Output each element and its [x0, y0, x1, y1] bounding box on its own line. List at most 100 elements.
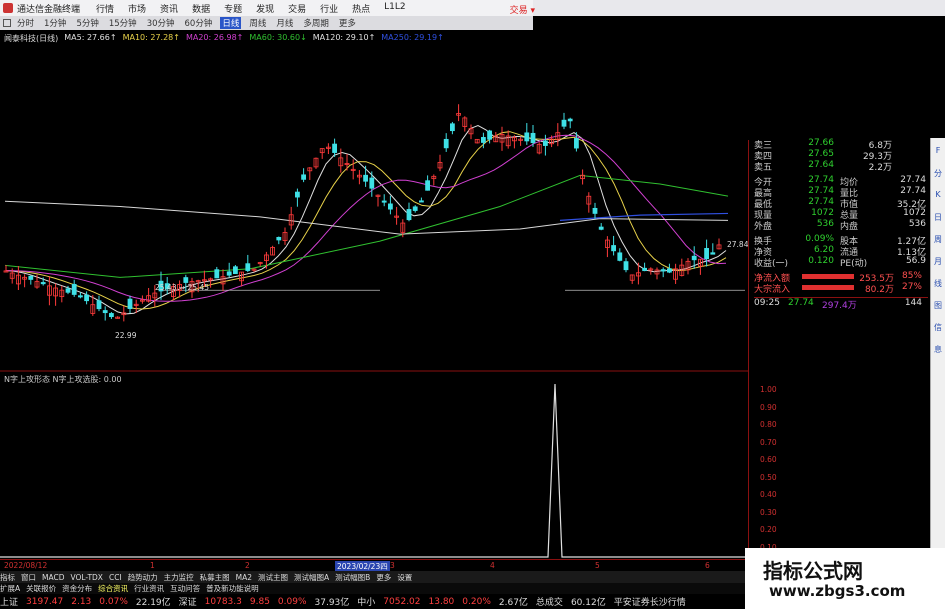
- indicator-tab-1[interactable]: 窗口: [21, 572, 36, 583]
- candle-body: [567, 118, 573, 122]
- right-tool-6[interactable]: 线: [932, 278, 944, 292]
- candle-body: [96, 300, 102, 310]
- ask-volume: 2.2万: [868, 163, 892, 173]
- period-tab-2[interactable]: 5分钟: [74, 17, 100, 29]
- info-tab-5[interactable]: 互动问答: [170, 583, 200, 594]
- status-item: 10783.3: [204, 596, 242, 607]
- indicator-tab-10[interactable]: 测试幅图A: [294, 572, 329, 583]
- trade-button[interactable]: 交易 ▾: [510, 3, 535, 16]
- ask-price: 27.64: [808, 160, 834, 170]
- candle-body: [704, 248, 709, 260]
- period-tab-8[interactable]: 月线: [274, 17, 295, 29]
- period-tab-10[interactable]: 更多: [337, 17, 358, 29]
- menu-item-5[interactable]: 发现: [256, 2, 274, 15]
- period-tab-0[interactable]: 分时: [15, 17, 36, 29]
- menu-item-1[interactable]: 市场: [128, 2, 146, 15]
- info-tab-3[interactable]: 综合资讯: [98, 583, 128, 594]
- right-tool-4[interactable]: 周: [932, 234, 944, 248]
- menu-item-9[interactable]: L1L2: [384, 2, 405, 15]
- candle-body: [232, 266, 238, 275]
- menu-item-8[interactable]: 热点: [352, 2, 370, 15]
- candle-body: [642, 267, 647, 272]
- stat-label: 最高: [754, 189, 773, 199]
- right-tool-2[interactable]: K: [932, 190, 944, 204]
- candlestick-chart[interactable]: 22.99 25.43 → 25.45 27.84: [0, 30, 748, 370]
- stat-row: 收益(一) 0.120 PE(动) 56.9: [754, 256, 928, 269]
- indicator-tab-6[interactable]: 主力监控: [164, 572, 194, 583]
- indicator-tab-5[interactable]: 趋势动力: [128, 572, 158, 583]
- right-tool-8[interactable]: 信: [932, 322, 944, 336]
- indicator-tab-4[interactable]: CCI: [109, 573, 122, 582]
- menu-item-6[interactable]: 交易: [288, 2, 306, 15]
- period-tab-4[interactable]: 30分钟: [145, 17, 177, 29]
- indicator-tab-11[interactable]: 测试幅图B: [335, 572, 370, 583]
- info-tab-1[interactable]: 关联报价: [26, 583, 56, 594]
- candle-body: [226, 271, 232, 276]
- indicator-tab-12[interactable]: 更多: [376, 572, 391, 583]
- menu-item-7[interactable]: 行业: [320, 2, 338, 15]
- watermark-title: 指标公式网: [763, 559, 863, 583]
- period-tab-3[interactable]: 15分钟: [107, 17, 139, 29]
- right-tool-3[interactable]: 日: [932, 212, 944, 226]
- stat-row: 现量 1072 总量 1072: [754, 208, 928, 221]
- indicator-chart[interactable]: [0, 370, 748, 560]
- stat-label: 市值: [840, 200, 859, 210]
- tick-row: 09:25 27.74 297.4万 144: [754, 297, 928, 311]
- info-tab-0[interactable]: 扩展A: [0, 583, 20, 594]
- right-tool-7[interactable]: 图: [932, 300, 944, 314]
- candle-body: [363, 174, 369, 182]
- indicator-tab-8[interactable]: MA2: [236, 573, 252, 582]
- info-tab-2[interactable]: 资金分布: [62, 583, 92, 594]
- info-tab-4[interactable]: 行业资讯: [134, 583, 164, 594]
- indicator-tab-3[interactable]: VOL-TDX: [70, 573, 102, 582]
- status-item: 0.09%: [277, 596, 307, 607]
- menu-item-0[interactable]: 行情: [96, 2, 114, 15]
- indicator-tick: 0.40: [760, 490, 777, 499]
- candle-body: [710, 252, 716, 255]
- right-tool-1[interactable]: 分: [932, 168, 944, 182]
- menu-item-4[interactable]: 专题: [224, 2, 242, 15]
- stat-row: 净资 6.20 流通 1.13亿: [754, 245, 928, 258]
- stat-value: 1072: [903, 208, 926, 218]
- menu-item-2[interactable]: 资讯: [160, 2, 178, 15]
- right-tool-9[interactable]: 息: [932, 344, 944, 358]
- flow-pct: 27%: [901, 282, 922, 292]
- indicator-tab-7[interactable]: 私募主图: [200, 572, 230, 583]
- status-item: 中小: [357, 598, 376, 608]
- date-tick: 4: [490, 561, 495, 570]
- period-tab-1[interactable]: 1分钟: [42, 17, 68, 29]
- layout-icon[interactable]: [3, 19, 11, 27]
- info-tab-6[interactable]: 普及新功能说明: [206, 583, 259, 594]
- indicator-tick: 0.60: [760, 455, 777, 464]
- stat-row: 最低 27.74 市值 35.2亿: [754, 197, 928, 210]
- status-item: 7052.02: [383, 596, 421, 607]
- candle-body: [381, 200, 387, 203]
- candle-body: [480, 137, 486, 143]
- flow-label: 净流入额: [754, 274, 791, 284]
- candle-body: [183, 277, 189, 283]
- stat-label: 均价: [840, 178, 859, 188]
- indicator-tick: 0.90: [760, 402, 777, 412]
- chart-annotation: 27.84: [727, 240, 748, 249]
- stat-label: 净资: [754, 248, 773, 258]
- flow-label: 大宗流入: [754, 285, 791, 295]
- ask-label: 卖三: [754, 141, 773, 151]
- menu-item-3[interactable]: 数据: [192, 2, 210, 15]
- stat-label: 股本: [840, 237, 859, 247]
- stat-row: 外盘 536 内盘 536: [754, 219, 928, 232]
- candle-body: [425, 180, 431, 191]
- period-tab-6[interactable]: 日线: [220, 17, 242, 29]
- right-tool-5[interactable]: 月: [932, 256, 944, 270]
- period-tab-9[interactable]: 多周期: [301, 17, 331, 29]
- indicator-tab-0[interactable]: 指标: [0, 572, 15, 583]
- indicator-tab-13[interactable]: 设置: [397, 572, 412, 583]
- right-tool-0[interactable]: F: [932, 146, 944, 160]
- indicator-tab-2[interactable]: MACD: [42, 573, 64, 582]
- period-toolbar: 分时 1分钟 5分钟 15分钟 30分钟 60分钟 日线 周线 月线 多周期 更多: [0, 16, 533, 30]
- candle-body: [487, 130, 493, 140]
- period-tab-5[interactable]: 60分钟: [183, 17, 215, 29]
- signal-spike: [0, 383, 748, 558]
- period-tab-7[interactable]: 周线: [247, 17, 268, 29]
- ma60-line: [4, 174, 729, 278]
- indicator-tab-9[interactable]: 测试主图: [258, 572, 288, 583]
